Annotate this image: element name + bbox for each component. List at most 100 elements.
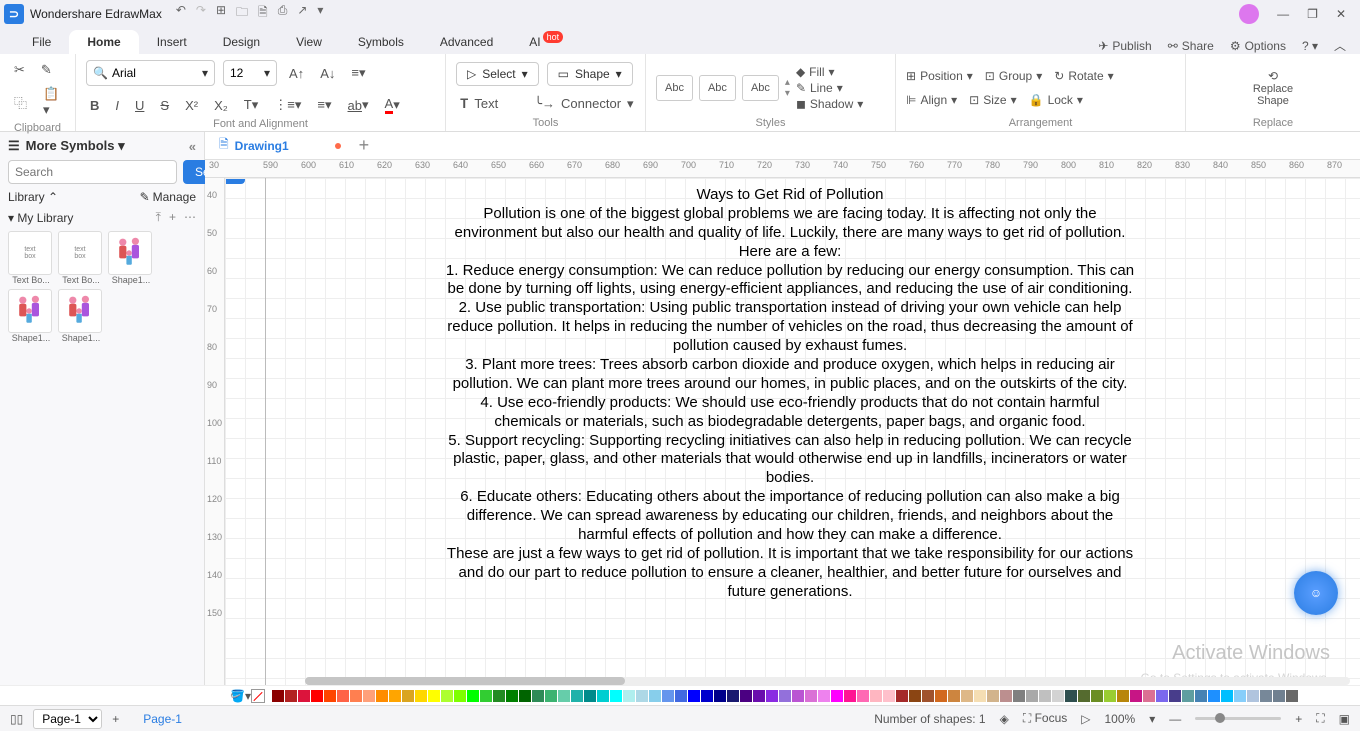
color-swatch[interactable] (506, 690, 518, 702)
redo-icon[interactable]: ↷ (196, 3, 206, 24)
cut-icon[interactable]: ✂ (10, 60, 29, 80)
manage-library-button[interactable]: ✎ Manage (140, 190, 196, 204)
document-text-block[interactable]: Ways to Get Rid of Pollution Pollution i… (445, 186, 1135, 602)
increase-font-icon[interactable]: A↑ (285, 64, 308, 83)
color-swatch[interactable] (571, 690, 583, 702)
color-swatch[interactable] (1143, 690, 1155, 702)
select-tool-button[interactable]: ▷ Select ▾ (456, 62, 539, 86)
color-swatch[interactable] (1182, 690, 1194, 702)
color-swatch[interactable] (298, 690, 310, 702)
color-swatch[interactable] (337, 690, 349, 702)
style-chip-1[interactable]: Abc (656, 75, 693, 101)
color-swatch[interactable] (428, 690, 440, 702)
subscript-icon[interactable]: X₂ (210, 96, 232, 115)
color-swatch[interactable] (441, 690, 453, 702)
help-icon[interactable]: ? ▾ (1302, 39, 1318, 53)
color-swatch[interactable] (766, 690, 778, 702)
color-swatch[interactable] (493, 690, 505, 702)
color-swatch[interactable] (675, 690, 687, 702)
library-add-icon[interactable]: + (169, 210, 176, 225)
color-swatch[interactable] (402, 690, 414, 702)
group-button[interactable]: ⊡ Group▾ (985, 69, 1042, 83)
color-swatch[interactable] (883, 690, 895, 702)
no-color-swatch[interactable] (251, 689, 265, 703)
shape-library-item[interactable]: Shape1... (58, 289, 104, 343)
zoom-in-button[interactable]: + (1295, 712, 1302, 726)
color-swatch[interactable] (1247, 690, 1259, 702)
color-swatch[interactable] (844, 690, 856, 702)
color-swatch[interactable] (896, 690, 908, 702)
horizontal-scrollbar[interactable] (305, 677, 1350, 685)
library-import-icon[interactable]: ⤒ (156, 210, 161, 225)
styles-down-icon[interactable]: ▾ (785, 88, 790, 99)
color-swatch[interactable] (1026, 690, 1038, 702)
size-button[interactable]: ⊡ Size▾ (969, 93, 1016, 107)
color-swatch[interactable] (1039, 690, 1051, 702)
color-swatch[interactable] (831, 690, 843, 702)
color-swatch[interactable] (610, 690, 622, 702)
highlight-icon[interactable]: ab▾ (344, 95, 373, 115)
color-swatch[interactable] (857, 690, 869, 702)
color-swatch[interactable] (870, 690, 882, 702)
color-swatch[interactable] (1208, 690, 1220, 702)
font-color-icon[interactable]: A▾ (381, 94, 404, 116)
lock-button[interactable]: 🔒 Lock▾ (1029, 93, 1083, 107)
menu-symbols[interactable]: Symbols (340, 30, 422, 54)
color-swatch[interactable] (935, 690, 947, 702)
color-swatch[interactable] (636, 690, 648, 702)
shape-library-item[interactable]: Shape1... (108, 231, 154, 285)
align-menu-icon[interactable]: ≡▾ (347, 63, 369, 83)
decrease-font-icon[interactable]: A↓ (316, 64, 339, 83)
color-swatch[interactable] (363, 690, 375, 702)
collapse-ribbon-icon[interactable]: ︿ (1334, 37, 1346, 54)
font-family-combo[interactable]: 🔍 ▾ (86, 60, 215, 86)
open-icon[interactable]: 🗀 (236, 3, 248, 24)
zoom-slider[interactable] (1195, 717, 1281, 720)
color-swatch[interactable] (467, 690, 479, 702)
font-size-combo[interactable]: ▾ (223, 60, 277, 86)
color-swatch[interactable] (1052, 690, 1064, 702)
my-library-section[interactable]: ▾ My Library (8, 211, 73, 225)
page-select[interactable]: Page-1 (33, 709, 102, 729)
shadow-button[interactable]: ◼ Shadow▾ (796, 97, 863, 111)
user-avatar-icon[interactable] (1239, 4, 1259, 24)
library-dropdown[interactable]: Library ⌃ (8, 190, 58, 204)
qat-more-icon[interactable]: ▾ (317, 3, 323, 24)
color-swatch[interactable] (376, 690, 388, 702)
underline-icon[interactable]: U (131, 96, 148, 115)
layers-icon[interactable]: ◈ (1000, 712, 1009, 726)
color-swatch[interactable] (545, 690, 557, 702)
italic-icon[interactable]: I (111, 96, 123, 115)
color-swatch[interactable] (1078, 690, 1090, 702)
color-swatch[interactable] (974, 690, 986, 702)
shape-library-item[interactable]: textboxText Bo... (8, 231, 54, 285)
color-swatch[interactable] (1286, 690, 1298, 702)
color-swatch[interactable] (415, 690, 427, 702)
color-swatch[interactable] (1013, 690, 1025, 702)
color-swatch[interactable] (311, 690, 323, 702)
color-swatch[interactable] (272, 690, 284, 702)
color-swatch[interactable] (1273, 690, 1285, 702)
color-swatch[interactable] (727, 690, 739, 702)
color-swatch[interactable] (701, 690, 713, 702)
focus-button[interactable]: ⛶ Focus (1023, 711, 1067, 726)
numbering-icon[interactable]: ≡▾ (313, 95, 335, 115)
fill-button[interactable]: ◆ Fill▾ (796, 65, 863, 79)
font-size-input[interactable] (230, 66, 264, 80)
shape-library-item[interactable]: Shape1... (8, 289, 54, 343)
menu-design[interactable]: Design (205, 30, 278, 54)
case-icon[interactable]: T▾ (240, 95, 262, 115)
color-swatch[interactable] (623, 690, 635, 702)
color-swatch[interactable] (948, 690, 960, 702)
menu-view[interactable]: View (278, 30, 340, 54)
color-swatch[interactable] (649, 690, 661, 702)
color-swatch[interactable] (714, 690, 726, 702)
bold-icon[interactable]: B (86, 96, 103, 115)
paste-icon[interactable]: 📋▾ (39, 84, 65, 120)
document-tab[interactable]: 🗎 Drawing1 (211, 133, 349, 158)
publish-button[interactable]: ✈ Publish (1098, 39, 1151, 53)
color-swatch[interactable] (1091, 690, 1103, 702)
replace-shape-button[interactable]: ⟲ Replace Shape (1253, 69, 1293, 107)
symbols-search-input[interactable] (8, 160, 177, 184)
color-swatch[interactable] (805, 690, 817, 702)
